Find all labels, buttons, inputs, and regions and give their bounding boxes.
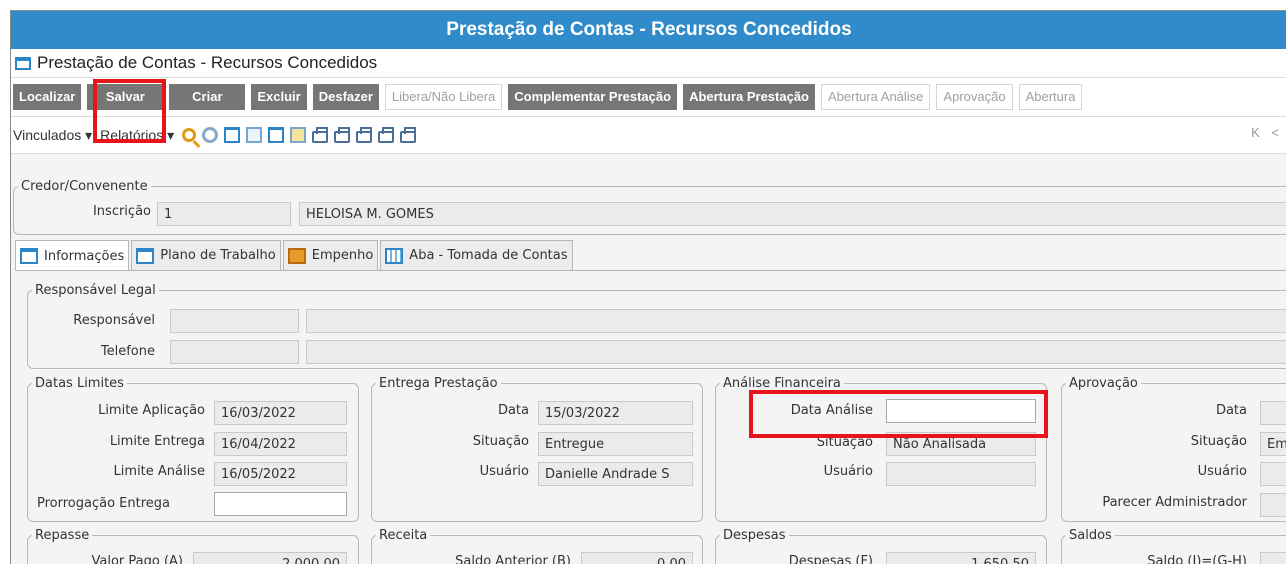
data-analise-highlight-box [749,390,1048,438]
criar-button[interactable]: Criar [169,84,246,110]
entrega-usuario-label: Usuário [479,464,529,479]
despesas-field[interactable]: 1.650,50 [886,552,1036,564]
limite-analise-label: Limite Análise [113,464,205,479]
print-icon[interactable] [356,127,373,143]
prorrogacao-entrega-label: Prorrogação Entrega [37,496,170,511]
entrega-data-field[interactable]: 15/03/2022 [538,401,693,425]
limite-analise-field[interactable]: 16/05/2022 [214,462,347,486]
limite-entrega-label: Limite Entrega [109,434,205,449]
tab-tomada-de-contas[interactable]: Aba - Tomada de Contas [380,240,573,270]
responsavel-code-field[interactable] [170,309,299,333]
localizar-button[interactable]: Localizar [13,84,82,110]
window-icon[interactable] [224,127,241,143]
vinculados-menu[interactable]: Vinculados ▾ [13,127,92,144]
aprovacao-data-field[interactable] [1260,401,1286,425]
tab-bar: Informações Plano de Trabalho Empenho Ab… [15,240,575,271]
tab-informacoes[interactable]: Informações [15,240,130,271]
aprovacao-usuario-label: Usuário [1197,464,1247,479]
aprovacao-legend: Aprovação [1069,376,1138,391]
responsavel-legend: Responsável Legal [35,283,156,298]
tab-label: Plano de Trabalho [160,248,276,263]
print-icon[interactable] [378,127,395,143]
aprovacao-situacao-field[interactable]: Em [1260,432,1286,456]
analise-usuario-label: Usuário [823,464,873,479]
credor-legend: Credor/Convenente [21,179,148,194]
analise-usuario-field[interactable] [886,462,1036,486]
responsavel-name-field[interactable] [306,309,1286,333]
parecer-administrador-field[interactable] [1260,493,1286,517]
entrega-data-label: Data [497,403,529,418]
inscricao-field[interactable]: 1 [157,202,291,226]
despesas-legend: Despesas [723,528,786,543]
action-toolbar: Localizar Salvar Criar Excluir Desfazer … [11,78,1286,117]
parecer-administrador-label: Parecer Administrador [1102,495,1247,510]
libera-button[interactable]: Libera/Não Libera [384,84,503,110]
repasse-legend: Repasse [35,528,90,543]
salvar-highlight-box [93,79,166,143]
settings-icon[interactable] [202,127,219,143]
analise-financeira-legend: Análise Financeira [723,376,841,391]
aprovacao-data-label: Data [1215,403,1247,418]
window-title: Prestação de Contas - Recursos Concedido… [11,11,1286,49]
print-icon[interactable] [312,127,329,143]
image-document-icon[interactable] [290,127,307,143]
datas-limites-legend: Datas Limites [35,376,124,391]
app-window: Prestação de Contas - Recursos Concedido… [10,10,1286,564]
aprovacao-situacao-label: Situação [1190,434,1247,449]
abertura-button[interactable]: Abertura [1018,84,1083,110]
excluir-button[interactable]: Excluir [251,84,307,110]
complementar-prestacao-button[interactable]: Complementar Prestação [508,84,678,110]
document-icon[interactable] [246,127,263,143]
desfazer-button[interactable]: Desfazer [312,84,379,110]
prorrogacao-entrega-field[interactable] [214,492,347,516]
entrega-situacao-field[interactable]: Entregue [538,432,693,456]
vinculados-label: Vinculados [13,126,82,143]
empenho-icon [287,247,306,264]
telefone-ddd-field[interactable] [170,340,299,364]
saldo-field[interactable] [1260,552,1286,564]
tab-label: Aba - Tomada de Contas [409,248,568,263]
abertura-prestacao-button[interactable]: Abertura Prestação [683,84,816,110]
form-title-bar: Prestação de Contas - Recursos Concedido… [11,49,1286,78]
saldo-anterior-field[interactable]: 0,00 [581,552,693,564]
tab-empenho[interactable]: Empenho [282,240,379,270]
telefone-label: Telefone [100,344,155,359]
entrega-usuario-field[interactable]: Danielle Andrade S [538,462,693,486]
aprovacao-usuario-field[interactable] [1260,462,1286,486]
window-icon [136,247,155,264]
grid-icon [385,247,404,264]
entrega-situacao-label: Situação [472,434,529,449]
record-navigation[interactable]: K < [1251,125,1283,140]
telefone-number-field[interactable] [306,340,1286,364]
limite-entrega-field[interactable]: 16/04/2022 [214,432,347,456]
entrega-prestacao-legend: Entrega Prestação [379,376,498,391]
responsavel-label: Responsável [73,313,155,328]
tab-label: Informações [44,248,125,264]
limite-aplicacao-field[interactable]: 16/03/2022 [214,401,347,425]
window-icon [15,56,31,70]
secondary-toolbar: Vinculados ▾ Relatórios ▾ K < [11,117,1286,154]
print-icon[interactable] [334,127,351,143]
tab-label: Empenho [311,248,374,263]
tab-plano-de-trabalho[interactable]: Plano de Trabalho [131,240,281,270]
window-icon [20,248,38,264]
valor-pago-field[interactable]: 2.000,00 [193,552,347,564]
window-icon[interactable] [268,127,285,143]
form-title: Prestação de Contas - Recursos Concedido… [37,53,378,72]
limite-aplicacao-label: Limite Aplicação [98,403,205,418]
aprovacao-button[interactable]: Aprovação [936,84,1013,110]
inscricao-label: Inscrição [92,204,151,219]
abertura-analise-button[interactable]: Abertura Análise [821,84,931,110]
receita-legend: Receita [379,528,428,543]
print-icon[interactable] [400,127,417,143]
saldos-legend: Saldos [1069,528,1112,543]
credor-name-field[interactable]: HELOISA M. GOMES [299,202,1286,226]
search-icon[interactable] [182,128,197,142]
